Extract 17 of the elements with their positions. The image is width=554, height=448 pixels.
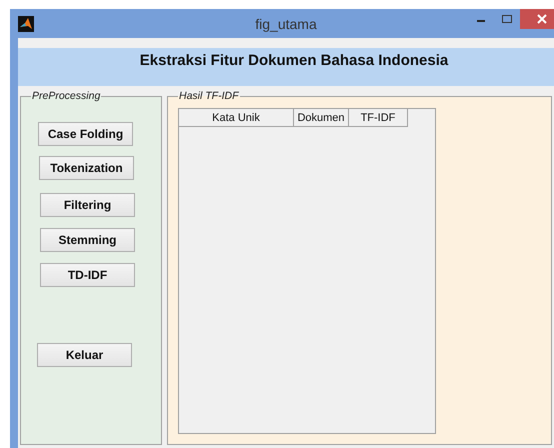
action-button[interactable]: TD-IDF (40, 263, 135, 287)
column-header[interactable]: Dokumen (294, 109, 349, 127)
action-button[interactable]: Case Folding (38, 122, 133, 146)
column-header[interactable]: Kata Unik (179, 109, 294, 127)
close-icon (537, 14, 547, 24)
action-button[interactable]: Tokenization (39, 156, 134, 180)
window-title: fig_utama (254, 16, 318, 32)
app-logo-icon (18, 16, 34, 32)
panel-title: Hasil TF-IDF (178, 90, 240, 102)
maximize-icon (502, 14, 512, 24)
action-button[interactable]: Keluar (37, 343, 132, 367)
close-button[interactable] (520, 9, 554, 29)
action-button[interactable]: Stemming (40, 228, 135, 252)
action-button[interactable]: Filtering (40, 193, 135, 217)
panel-title: PreProcessing (31, 90, 102, 102)
header-title: Ekstraksi Fitur Dokumen Bahasa Indonesia (140, 52, 448, 70)
column-header[interactable]: TF-IDF (349, 109, 408, 127)
